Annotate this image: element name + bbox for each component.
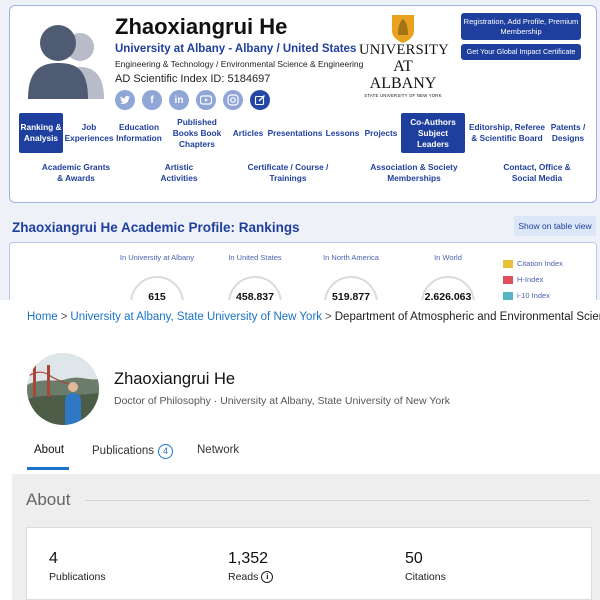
nav-lessons[interactable]: Lessons: [325, 113, 360, 153]
rank-value-world: 2,626,063: [424, 291, 472, 300]
rank-label-north-america: In North America: [323, 253, 379, 262]
about-heading: About: [26, 490, 71, 509]
nav-contact-office[interactable]: Contact, Office & Social Media: [503, 162, 571, 184]
show-table-button[interactable]: Show on table view: [514, 216, 596, 236]
avatar-placeholder-icon: [28, 25, 104, 99]
degree-affiliation: Doctor of Philosophy · University at Alb…: [114, 395, 450, 407]
nav-projects[interactable]: Projects: [363, 113, 399, 153]
stat-citations-label: Citations: [405, 571, 446, 583]
stat-citations-value: 50: [405, 550, 423, 567]
stat-reads-label: Reads i: [228, 571, 274, 583]
registration-button[interactable]: Registration, Add Profile, Premium Membe…: [461, 13, 581, 40]
rank-value-us: 458,837: [236, 291, 274, 300]
tab-about[interactable]: About: [34, 444, 64, 456]
profile-name: Zhaoxiangrui He: [115, 14, 288, 39]
publications-count-badge: 4: [158, 444, 174, 459]
nav-articles[interactable]: Articles: [231, 113, 265, 153]
stat-reads-value: 1,352: [228, 550, 269, 567]
stats-card: [26, 527, 592, 600]
legend-swatch: [503, 259, 513, 268]
legend-swatch: [503, 275, 513, 284]
stat-label-text: Citations: [405, 571, 446, 583]
twitter-icon[interactable]: [115, 90, 135, 110]
info-icon[interactable]: i: [261, 571, 274, 583]
rank-value-university: 615: [148, 291, 166, 300]
research-fields: Engineering & Technology / Environmental…: [115, 59, 364, 69]
stat-label-text: Reads: [228, 571, 259, 583]
nav-artistic-activities[interactable]: Artistic Activities: [149, 162, 209, 184]
facebook-icon[interactable]: f: [142, 90, 162, 110]
nav-academic-grants[interactable]: Academic Grants & Awards: [41, 162, 111, 184]
rankings-title: Zhaoxiangrui He Academic Profile: Rankin…: [12, 220, 300, 235]
legend-swatch: [503, 291, 513, 300]
logo-line-3: STATE UNIVERSITY OF NEW YORK: [364, 93, 442, 98]
tab-publications[interactable]: Publications 4: [92, 444, 174, 459]
logo-line-1: UNIVERSITY: [359, 42, 449, 58]
legend-citation-index: Citation Index: [503, 259, 563, 268]
instagram-icon[interactable]: [223, 90, 243, 110]
university-at-albany-logo: UNIVERSITY AT ALBANY STATE UNIVERSITY OF…: [359, 13, 449, 99]
legend-label: Citation Index: [517, 259, 563, 268]
rank-value-north-america: 519,877: [332, 291, 370, 300]
logo-line-2: AT ALBANY: [369, 58, 437, 92]
profile-tabs: About Publications 4 Network: [0, 440, 600, 472]
nav-certificate-course[interactable]: Certificate / Course / Trainings: [243, 162, 333, 184]
nav-editorship[interactable]: Editorship, Referee & Scientific Board: [467, 113, 547, 153]
nav-co-authors[interactable]: Co-Authors Subject Leaders: [401, 113, 465, 153]
edit-icon[interactable]: [250, 90, 270, 110]
ad-scientific-id: AD Scientific Index ID: 5184697: [115, 73, 271, 85]
stat-publications-value: 4: [49, 550, 58, 567]
rank-label-university: In University at Albany: [119, 253, 195, 262]
breadcrumb-university[interactable]: University at Albany, State University o…: [70, 311, 322, 323]
profile-photo: [27, 353, 99, 425]
certificate-button[interactable]: Get Your Global Impact Certificate: [461, 44, 581, 60]
nav-presentations[interactable]: Presentations: [268, 113, 323, 153]
chevron-right-icon: >: [60, 311, 68, 323]
rank-label-us: In United States: [228, 253, 282, 262]
nav-patents[interactable]: Patents / Designs: [548, 113, 588, 153]
breadcrumb-home[interactable]: Home: [27, 311, 58, 323]
nav-published-books[interactable]: Published Books Book Chapters: [165, 113, 229, 153]
active-tab-indicator: [27, 467, 69, 470]
stat-label-text: Publications: [49, 571, 106, 583]
legend-i10-index: i-10 Index: [503, 291, 550, 300]
nav-education-information[interactable]: Education Information: [115, 113, 163, 153]
legend-label: H-Index: [517, 275, 544, 284]
researchgate-profile: Home > University at Albany, State Univers…: [0, 300, 600, 600]
breadcrumb: Home > University at Albany, State Univers…: [27, 311, 600, 323]
divider: [85, 500, 590, 501]
nav-association-memberships[interactable]: Association & Society Memberships: [367, 162, 461, 184]
tab-publications-label: Publications: [92, 445, 155, 457]
chevron-right-icon: >: [325, 311, 332, 323]
stat-publications-label: Publications: [49, 571, 106, 583]
youtube-icon[interactable]: [196, 90, 216, 110]
rank-label-world: In World: [434, 253, 462, 262]
nav-job-experiences[interactable]: Job Experiences: [65, 113, 114, 153]
profile-nav-primary: Ranking & Analysis Job Experiences Educa…: [15, 113, 590, 155]
legend-label: i-10 Index: [517, 291, 550, 300]
social-links: f in: [115, 90, 270, 110]
ad-scientific-profile: Zhaoxiangrui He University at Albany - A…: [0, 0, 600, 300]
breadcrumb-department[interactable]: Department of Atmospheric and Environmen…: [335, 311, 600, 323]
profile-name: Zhaoxiangrui He: [114, 370, 236, 388]
nav-ranking-analysis[interactable]: Ranking & Analysis: [19, 113, 63, 153]
linkedin-icon[interactable]: in: [169, 90, 189, 110]
tab-network[interactable]: Network: [197, 444, 239, 456]
legend-h-index: H-Index: [503, 275, 543, 284]
affiliation-link[interactable]: University at Albany - Albany / United S…: [115, 43, 356, 55]
profile-nav-secondary: Academic Grants & Awards Artistic Activi…: [15, 162, 590, 186]
